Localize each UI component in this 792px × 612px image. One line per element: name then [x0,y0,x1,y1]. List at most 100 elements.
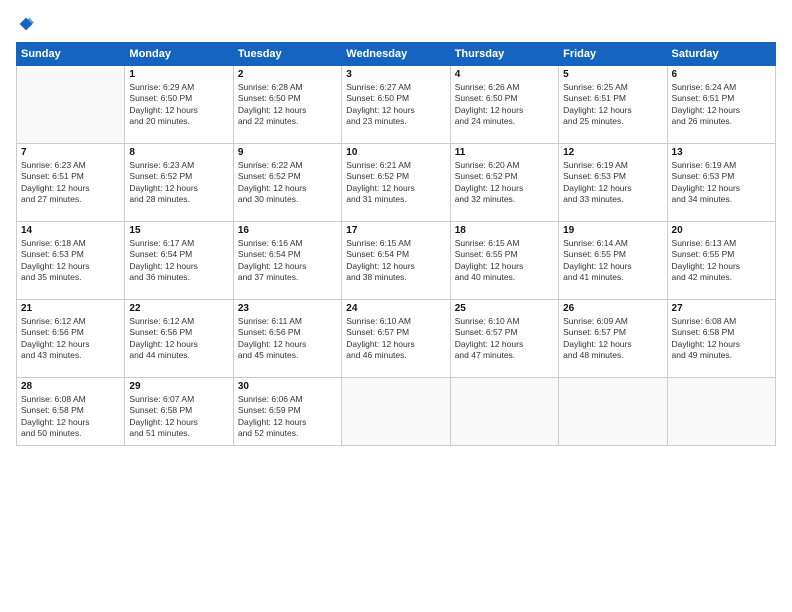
day-number: 21 [21,303,120,314]
day-number: 30 [238,381,337,392]
page: SundayMondayTuesdayWednesdayThursdayFrid… [0,0,792,612]
calendar-cell: 9 Sunrise: 6:22 AM Sunset: 6:52 PM Daylig… [233,144,341,222]
day-info: Sunrise: 6:22 AM Sunset: 6:52 PM Dayligh… [238,160,337,206]
calendar-cell: 29 Sunrise: 6:07 AM Sunset: 6:58 PM Dayli… [125,378,233,446]
calendar-cell: 13 Sunrise: 6:19 AM Sunset: 6:53 PM Dayli… [667,144,775,222]
calendar-cell [450,378,558,446]
day-info: Sunrise: 6:08 AM Sunset: 6:58 PM Dayligh… [21,394,120,440]
day-number: 24 [346,303,445,314]
calendar-cell: 30 Sunrise: 6:06 AM Sunset: 6:59 PM Dayli… [233,378,341,446]
day-info: Sunrise: 6:25 AM Sunset: 6:51 PM Dayligh… [563,82,662,128]
day-number: 2 [238,69,337,80]
header-day-tuesday: Tuesday [233,43,341,66]
calendar-cell: 16 Sunrise: 6:16 AM Sunset: 6:54 PM Dayli… [233,222,341,300]
day-number: 27 [672,303,771,314]
day-number: 15 [129,225,228,236]
day-number: 9 [238,147,337,158]
calendar-cell [17,66,125,144]
day-number: 12 [563,147,662,158]
header-day-saturday: Saturday [667,43,775,66]
calendar-cell: 19 Sunrise: 6:14 AM Sunset: 6:55 PM Dayli… [559,222,667,300]
day-number: 14 [21,225,120,236]
calendar-cell: 6 Sunrise: 6:24 AM Sunset: 6:51 PM Daylig… [667,66,775,144]
header-day-monday: Monday [125,43,233,66]
day-info: Sunrise: 6:17 AM Sunset: 6:54 PM Dayligh… [129,238,228,284]
header-day-friday: Friday [559,43,667,66]
day-number: 13 [672,147,771,158]
day-number: 5 [563,69,662,80]
calendar-cell [559,378,667,446]
calendar-cell: 23Sunrise: 6:11 AM Sunset: 6:56 PM Dayli… [233,300,341,378]
day-number: 6 [672,69,771,80]
calendar-cell: 18 Sunrise: 6:15 AM Sunset: 6:55 PM Dayli… [450,222,558,300]
day-info: Sunrise: 6:29 AM Sunset: 6:50 PM Dayligh… [129,82,228,128]
day-number: 1 [129,69,228,80]
day-number: 28 [21,381,120,392]
day-info: Sunrise: 6:18 AM Sunset: 6:53 PM Dayligh… [21,238,120,284]
calendar-cell: 27 Sunrise: 6:08 AM Sunset: 6:58 PM Dayli… [667,300,775,378]
day-info: Sunrise: 6:10 AM Sunset: 6:57 PM Dayligh… [455,316,554,362]
day-info: Sunrise: 6:24 AM Sunset: 6:51 PM Dayligh… [672,82,771,128]
day-info: Sunrise: 6:15 AM Sunset: 6:55 PM Dayligh… [455,238,554,284]
calendar-cell: 14 Sunrise: 6:18 AM Sunset: 6:53 PM Dayli… [17,222,125,300]
day-number: 18 [455,225,554,236]
day-number: 29 [129,381,228,392]
calendar-cell: 8 Sunrise: 6:23 AM Sunset: 6:52 PM Daylig… [125,144,233,222]
day-info: Sunrise: 6:12 AM Sunset: 6:56 PM Dayligh… [21,316,120,362]
day-info: Sunrise: 6:26 AM Sunset: 6:50 PM Dayligh… [455,82,554,128]
calendar-cell: 24 Sunrise: 6:10 AM Sunset: 6:57 PM Dayli… [342,300,450,378]
calendar-table: SundayMondayTuesdayWednesdayThursdayFrid… [16,42,776,446]
header-day-wednesday: Wednesday [342,43,450,66]
day-info: Sunrise: 6:09 AM Sunset: 6:57 PM Dayligh… [563,316,662,362]
calendar-cell: 7 Sunrise: 6:23 AM Sunset: 6:51 PM Daylig… [17,144,125,222]
day-info: Sunrise: 6:28 AM Sunset: 6:50 PM Dayligh… [238,82,337,128]
day-info: Sunrise: 6:08 AM Sunset: 6:58 PM Dayligh… [672,316,771,362]
calendar-cell: 26 Sunrise: 6:09 AM Sunset: 6:57 PM Dayli… [559,300,667,378]
calendar-cell: 28 Sunrise: 6:08 AM Sunset: 6:58 PM Dayli… [17,378,125,446]
logo [16,16,34,32]
day-info: Sunrise: 6:16 AM Sunset: 6:54 PM Dayligh… [238,238,337,284]
header-row: SundayMondayTuesdayWednesdayThursdayFrid… [17,43,776,66]
header [16,16,776,32]
calendar-body: 1 Sunrise: 6:29 AM Sunset: 6:50 PM Daylig… [17,66,776,446]
week-row-3: 14 Sunrise: 6:18 AM Sunset: 6:53 PM Dayli… [17,222,776,300]
day-info: Sunrise: 6:19 AM Sunset: 6:53 PM Dayligh… [563,160,662,206]
logo-icon [18,16,34,32]
day-number: 20 [672,225,771,236]
calendar-cell: 3 Sunrise: 6:27 AM Sunset: 6:50 PM Daylig… [342,66,450,144]
week-row-2: 7 Sunrise: 6:23 AM Sunset: 6:51 PM Daylig… [17,144,776,222]
calendar-cell: 10 Sunrise: 6:21 AM Sunset: 6:52 PM Dayli… [342,144,450,222]
calendar-cell: 1 Sunrise: 6:29 AM Sunset: 6:50 PM Daylig… [125,66,233,144]
day-info: Sunrise: 6:23 AM Sunset: 6:52 PM Dayligh… [129,160,228,206]
calendar-cell: 15 Sunrise: 6:17 AM Sunset: 6:54 PM Dayli… [125,222,233,300]
calendar-cell: 21 Sunrise: 6:12 AM Sunset: 6:56 PM Dayli… [17,300,125,378]
calendar-cell [667,378,775,446]
day-info: Sunrise: 6:06 AM Sunset: 6:59 PM Dayligh… [238,394,337,440]
day-info: Sunrise: 6:20 AM Sunset: 6:52 PM Dayligh… [455,160,554,206]
day-number: 17 [346,225,445,236]
week-row-5: 28 Sunrise: 6:08 AM Sunset: 6:58 PM Dayli… [17,378,776,446]
calendar-cell: 5 Sunrise: 6:25 AM Sunset: 6:51 PM Daylig… [559,66,667,144]
day-info: Sunrise: 6:15 AM Sunset: 6:54 PM Dayligh… [346,238,445,284]
day-number: 8 [129,147,228,158]
header-day-thursday: Thursday [450,43,558,66]
header-day-sunday: Sunday [17,43,125,66]
day-info: Sunrise: 6:10 AM Sunset: 6:57 PM Dayligh… [346,316,445,362]
calendar-cell: 11Sunrise: 6:20 AM Sunset: 6:52 PM Dayli… [450,144,558,222]
day-number: 16 [238,225,337,236]
day-number: 26 [563,303,662,314]
calendar-header: SundayMondayTuesdayWednesdayThursdayFrid… [17,43,776,66]
day-info: Sunrise: 6:19 AM Sunset: 6:53 PM Dayligh… [672,160,771,206]
calendar-cell [342,378,450,446]
day-number: 23 [238,303,337,314]
day-number: 10 [346,147,445,158]
day-number: 7 [21,147,120,158]
day-number: 3 [346,69,445,80]
day-info: Sunrise: 6:14 AM Sunset: 6:55 PM Dayligh… [563,238,662,284]
day-info: Sunrise: 6:07 AM Sunset: 6:58 PM Dayligh… [129,394,228,440]
day-info: Sunrise: 6:21 AM Sunset: 6:52 PM Dayligh… [346,160,445,206]
day-info: Sunrise: 6:13 AM Sunset: 6:55 PM Dayligh… [672,238,771,284]
day-number: 19 [563,225,662,236]
day-info: Sunrise: 6:23 AM Sunset: 6:51 PM Dayligh… [21,160,120,206]
day-info: Sunrise: 6:27 AM Sunset: 6:50 PM Dayligh… [346,82,445,128]
